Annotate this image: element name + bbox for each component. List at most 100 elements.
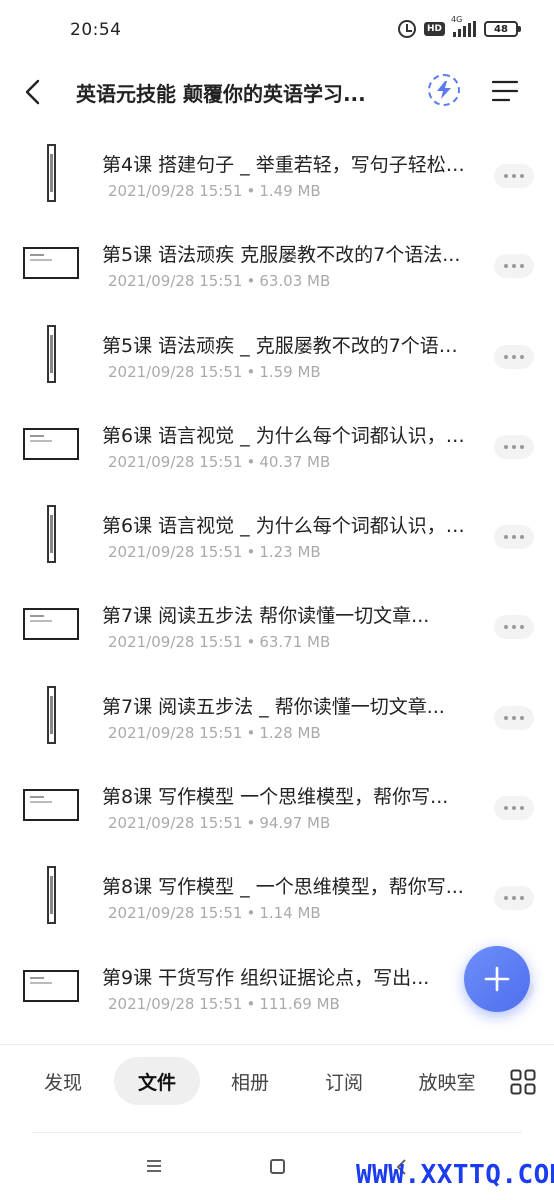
file-date: 2021/09/28 15:51	[108, 362, 243, 381]
more-options-button[interactable]	[494, 164, 534, 188]
more-options-button[interactable]	[494, 254, 534, 279]
file-meta: 2021/09/28 15:51 • 1.59 MB	[108, 363, 321, 381]
meta-separator: •	[246, 452, 256, 471]
tab-screening-room[interactable]: 放映室	[402, 1057, 492, 1105]
file-thumbnail	[22, 957, 80, 1015]
file-date: 2021/09/28 15:51	[108, 182, 243, 200]
landscape-thumbnail-image	[23, 969, 79, 1002]
file-meta: 2021/09/28 15:51 • 111.69 MB	[108, 995, 340, 1013]
more-dot-icon	[520, 715, 524, 720]
hd-badge: HD	[423, 22, 445, 36]
tab-discover[interactable]: 发现	[26, 1057, 100, 1105]
more-options-button[interactable]	[494, 796, 534, 821]
file-meta: 2021/09/28 15:51 • 40.37 MB	[108, 453, 330, 471]
file-meta: 2021/09/28 15:51 • 63.71 MB	[108, 633, 330, 651]
add-button[interactable]	[464, 946, 530, 1012]
file-name: 第6课 语言视觉 _ 为什么每个词都认识，却...	[102, 424, 468, 447]
plus-icon	[484, 966, 510, 992]
file-size: 94.97 MB	[259, 814, 331, 833]
more-options-button[interactable]	[494, 886, 534, 911]
more-options-button[interactable]	[494, 525, 534, 550]
file-thumbnail	[22, 505, 80, 564]
file-thumbnail	[22, 234, 80, 292]
more-dot-icon	[512, 174, 516, 178]
battery-icon: 48	[484, 21, 521, 37]
meta-separator: •	[246, 633, 256, 652]
file-size: 1.28 MB	[259, 723, 321, 742]
more-dot-icon	[504, 174, 508, 178]
file-date: 2021/09/28 15:51	[108, 543, 243, 562]
file-row[interactable]: 第5课 语法顽疾 克服屡教不改的7个语法... 2021/09/28 15:51 •…	[0, 216, 554, 306]
file-size: 1.14 MB	[259, 904, 321, 923]
more-options-button[interactable]	[494, 434, 534, 459]
more-dot-icon	[520, 806, 524, 811]
file-size: 1.49 MB	[259, 182, 321, 200]
file-name: 第4课 搭建句子 _ 举重若轻，写句子轻松又...	[102, 154, 468, 176]
more-dot-icon	[504, 625, 508, 630]
meta-separator: •	[246, 182, 256, 200]
file-meta: 2021/09/28 15:51 • 94.97 MB	[108, 814, 330, 832]
more-dot-icon	[512, 264, 516, 269]
file-name: 第5课 语法顽疾 _ 克服屡教不改的7个语法...	[102, 334, 468, 357]
meta-separator: •	[246, 994, 256, 1013]
watermark: WWW.XXTTQ.COM	[356, 1160, 554, 1190]
signal-icon: 4G	[451, 15, 476, 37]
status-icons: HD 4G 48	[397, 15, 521, 38]
file-row[interactable]: 第6课 语言视觉 _ 为什么每个词都认识，却... 2021/09/28 15:5…	[0, 397, 554, 487]
file-date: 2021/09/28 15:51	[108, 452, 243, 471]
portrait-thumbnail-image	[46, 866, 56, 925]
meta-separator: •	[246, 814, 256, 833]
portrait-thumbnail-image	[46, 685, 56, 744]
meta-separator: •	[246, 904, 256, 923]
more-dot-icon	[504, 806, 508, 811]
file-row[interactable]: 第8课 写作模型 _ 一个思维模型，帮你写... 2021/09/28 15:51…	[0, 848, 554, 938]
more-options-button[interactable]	[494, 344, 534, 369]
home-icon[interactable]	[270, 1159, 285, 1174]
file-size: 111.69 MB	[259, 994, 340, 1013]
file-date: 2021/09/28 15:51	[108, 272, 243, 291]
more-dot-icon	[520, 444, 524, 449]
more-dot-icon	[512, 444, 516, 449]
recent-apps-icon[interactable]	[146, 1159, 162, 1173]
boost-button[interactable]	[428, 74, 460, 106]
landscape-thumbnail-image	[23, 608, 79, 641]
more-dot-icon	[504, 535, 508, 540]
more-dot-icon	[512, 535, 516, 540]
status-time: 20:54	[70, 20, 122, 40]
file-thumbnail	[22, 866, 80, 925]
more-dot-icon	[520, 896, 524, 901]
file-row[interactable]: 第7课 阅读五步法 帮你读懂一切文章... 2021/09/28 15:51 • 63…	[0, 577, 554, 667]
portrait-thumbnail-image	[46, 505, 56, 564]
tab-files[interactable]: 文件	[114, 1057, 200, 1105]
more-options-button[interactable]	[494, 615, 534, 640]
lightning-icon	[437, 81, 451, 99]
landscape-thumbnail-image	[23, 427, 79, 460]
tab-subscribe[interactable]: 订阅	[306, 1057, 382, 1105]
grid-icon[interactable]	[510, 1069, 536, 1095]
more-dot-icon	[512, 806, 516, 811]
more-dot-icon	[520, 174, 524, 178]
more-dot-icon	[504, 264, 508, 269]
file-meta: 2021/09/28 15:51 • 1.28 MB	[108, 724, 321, 742]
more-dot-icon	[520, 625, 524, 630]
file-row[interactable]: 第8课 写作模型 一个思维模型，帮你写... 2021/09/28 15:51 • 9…	[0, 758, 554, 848]
file-row[interactable]: 第4课 搭建句子 _ 举重若轻，写句子轻松又... 2021/09/28 15:5…	[0, 126, 554, 216]
file-row[interactable]: 第7课 阅读五步法 _ 帮你读懂一切文章... 2021/09/28 15:51 •…	[0, 668, 554, 758]
file-row[interactable]: 第6课 语言视觉 _ 为什么每个词都认识，却... 2021/09/28 15:5…	[0, 487, 554, 577]
file-size: 63.03 MB	[259, 272, 331, 291]
file-date: 2021/09/28 15:51	[108, 633, 243, 652]
file-thumbnail	[22, 324, 80, 383]
more-options-button[interactable]	[494, 705, 534, 730]
file-row[interactable]: 第5课 语法顽疾 _ 克服屡教不改的7个语法... 2021/09/28 15:5…	[0, 307, 554, 397]
file-name: 第7课 阅读五步法 _ 帮你读懂一切文章...	[102, 695, 445, 718]
meta-separator: •	[246, 272, 256, 291]
file-meta: 2021/09/28 15:51 • 1.14 MB	[108, 904, 321, 922]
back-icon[interactable]	[22, 78, 46, 106]
meta-separator: •	[246, 543, 256, 562]
file-meta: 2021/09/28 15:51 • 63.03 MB	[108, 272, 330, 290]
tab-album[interactable]: 相册	[214, 1057, 286, 1105]
file-list: 第4课 搭建句子 _ 举重若轻，写句子轻松又... 2021/09/28 15:5…	[0, 126, 554, 1029]
menu-icon[interactable]	[491, 78, 519, 104]
file-name: 第8课 写作模型 _ 一个思维模型，帮你写...	[102, 876, 464, 899]
file-date: 2021/09/28 15:51	[108, 994, 243, 1013]
